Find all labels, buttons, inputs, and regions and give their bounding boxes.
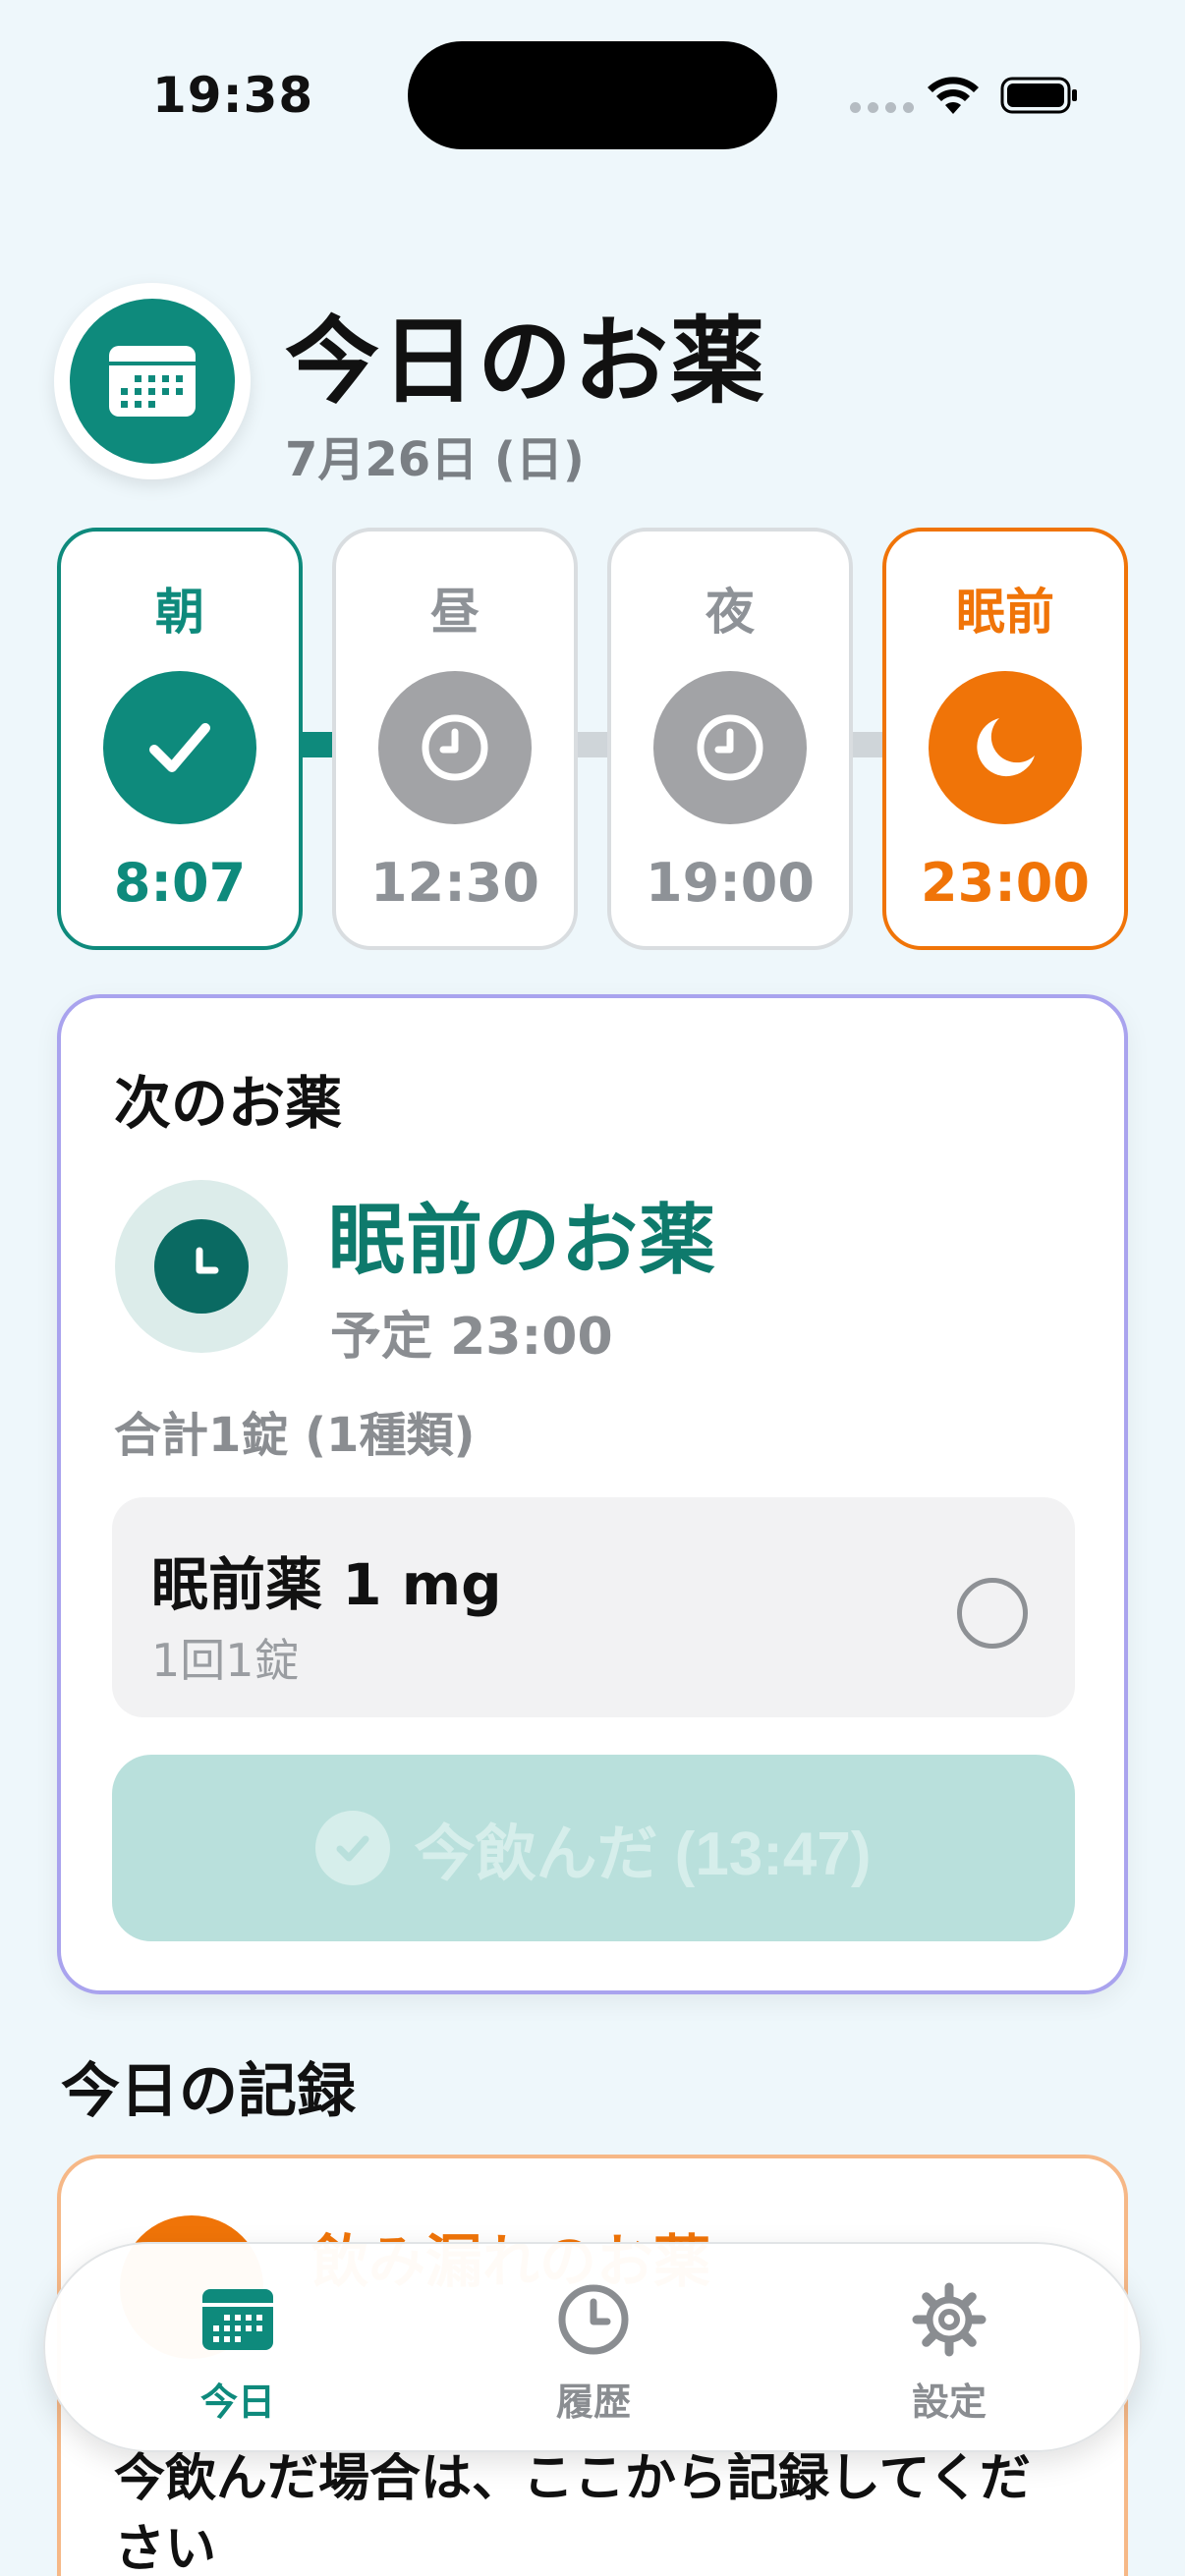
take-now-button[interactable]: 今飲んだ (13:47) xyxy=(112,1755,1075,1941)
dose-slot-label: 眠前 xyxy=(956,584,1054,641)
next-dose-scheduled-time: 予定 23:00 xyxy=(330,1308,613,1367)
record-heading: 今日の記録 xyxy=(61,2057,356,2126)
tab-label: 今日 xyxy=(199,2380,275,2424)
dose-slot-label: 朝 xyxy=(155,584,204,641)
dose-slot-bedtime[interactable]: 眠前 23:00 xyxy=(882,528,1128,950)
dose-slot-time: 23:00 xyxy=(921,852,1090,914)
dynamic-island xyxy=(408,41,777,149)
moon-icon xyxy=(977,718,1035,777)
wifi-icon xyxy=(928,77,979,114)
status-bar: 19:38 xyxy=(0,0,1185,187)
battery-icon xyxy=(1000,77,1077,114)
clock-icon xyxy=(558,2284,629,2355)
dose-slot-label: 夜 xyxy=(705,584,755,641)
dose-slot-label: 昼 xyxy=(430,584,480,641)
page-title: 今日のお薬 xyxy=(285,307,766,417)
next-medicine-card: 次のお薬 眠前のお薬 予定 23:00 合計1錠 (1種類) 眠前薬 1 mg … xyxy=(57,994,1128,1994)
dose-slot-time: 19:00 xyxy=(646,852,815,914)
page-date: 7月26日 (日) xyxy=(285,432,585,487)
tab-bar: 今日 履歴 設定 xyxy=(43,2242,1142,2452)
dose-slot-time: 8:07 xyxy=(113,852,247,914)
dose-slot-time: 12:30 xyxy=(370,852,539,914)
next-dose-icon xyxy=(115,1180,288,1353)
tab-label: 履歴 xyxy=(555,2380,631,2424)
clock-icon xyxy=(196,1247,219,1274)
medicine-name: 眠前薬 1 mg xyxy=(151,1551,502,1618)
medicine-checkbox[interactable] xyxy=(957,1578,1028,1649)
tab-settings[interactable]: 設定 xyxy=(851,2281,1047,2429)
timeline-connector xyxy=(853,732,882,757)
cellular-signal-icon xyxy=(850,102,914,113)
timeline-connector xyxy=(303,732,332,757)
next-dose-name: 眠前のお薬 xyxy=(328,1197,717,1285)
dose-slot-morning[interactable]: 朝 8:07 xyxy=(57,528,303,950)
next-card-title: 次のお薬 xyxy=(114,1070,343,1137)
gear-icon xyxy=(912,2282,987,2357)
checkmark-icon xyxy=(149,723,210,772)
timeline-connector xyxy=(578,732,607,757)
take-now-label: 今飲んだ (13:47) xyxy=(414,1820,872,1888)
clock-icon xyxy=(697,714,763,781)
dose-schedule-timeline: 朝 8:07 昼 12:30 夜 19:00 眠前 23:00 xyxy=(57,528,1128,950)
medicine-dose: 1回1錠 xyxy=(151,1634,300,1687)
checkmark-circle-icon xyxy=(315,1811,391,1885)
status-time: 19:38 xyxy=(152,67,314,124)
next-dose-total: 合計1錠 (1種類) xyxy=(114,1408,476,1463)
tab-today[interactable]: 今日 xyxy=(140,2281,336,2429)
clock-icon xyxy=(422,714,488,781)
missed-dose-text: 今飲んだ場合は、ここから記録してください xyxy=(114,2449,1031,2576)
dose-slot-noon[interactable]: 昼 12:30 xyxy=(332,528,578,950)
medicine-row[interactable]: 眠前薬 1 mg 1回1錠 xyxy=(112,1497,1075,1717)
dose-slot-evening[interactable]: 夜 19:00 xyxy=(607,528,853,950)
calendar-icon xyxy=(202,2289,273,2350)
tab-history[interactable]: 履歴 xyxy=(495,2281,692,2429)
tab-label: 設定 xyxy=(911,2380,987,2424)
header-avatar xyxy=(54,283,251,479)
calendar-icon xyxy=(109,346,196,417)
